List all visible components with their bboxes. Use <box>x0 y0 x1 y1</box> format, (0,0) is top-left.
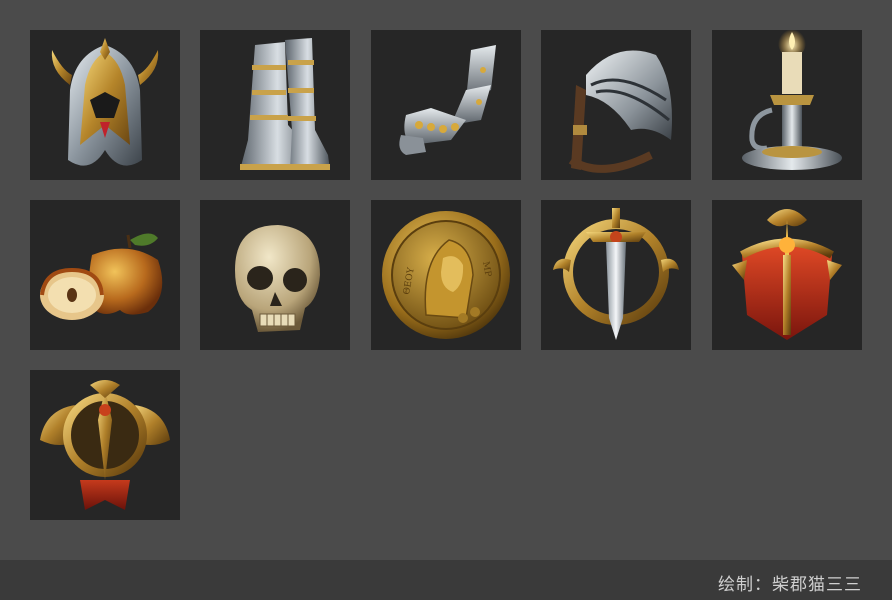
author-credit: 绘制：柴郡猫三三 <box>718 575 862 595</box>
skull-icon <box>200 200 350 350</box>
winged-crest-emblem-icon <box>30 370 180 520</box>
pauldron-icon <box>541 30 691 180</box>
apple-icon <box>30 200 180 350</box>
madonna-coin-icon: ΘΕΟΥ ΜΡ <box>371 200 521 350</box>
icon-grid: ΘΕΟΥ ΜΡ <box>0 0 892 560</box>
red-crest-emblem-icon <box>712 200 862 350</box>
footer-bar: 绘制：柴郡猫三三 <box>0 560 892 600</box>
golden-helmet-icon <box>30 30 180 180</box>
candle-holder-icon <box>712 30 862 180</box>
armored-boots-icon <box>200 30 350 180</box>
gauntlet-icon <box>371 30 521 180</box>
sword-emblem-icon <box>541 200 691 350</box>
